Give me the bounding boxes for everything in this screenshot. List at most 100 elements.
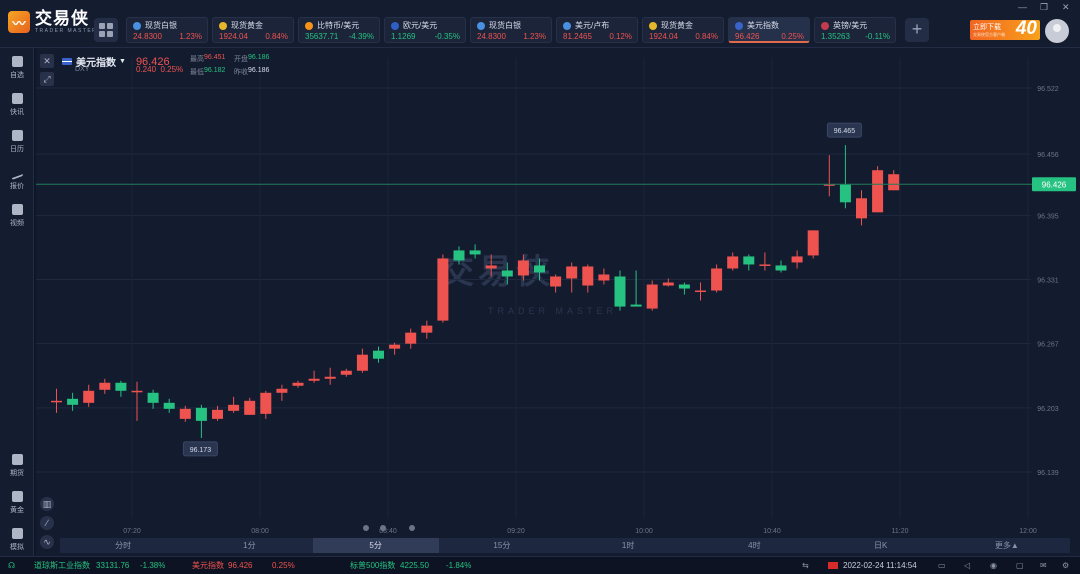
user-avatar[interactable]	[1045, 19, 1069, 43]
headset-icon[interactable]: ☊	[8, 557, 15, 574]
sidebar-item-quotes[interactable]: 报价	[0, 164, 34, 191]
indicator-icon[interactable]: ▥	[40, 497, 54, 511]
candle-body	[276, 388, 288, 393]
period-option[interactable]: 更多▲	[944, 538, 1070, 553]
gold-icon	[219, 21, 227, 30]
volume-icon[interactable]: ◁	[964, 557, 970, 574]
add-tab-button[interactable]: +	[905, 18, 929, 42]
minimize-button[interactable]: —	[1018, 2, 1027, 12]
chevron-down-icon: ▼	[119, 58, 126, 65]
sidebar-item-watchlist[interactable]: 自选	[0, 56, 34, 80]
maximize-button[interactable]: ❐	[1040, 2, 1048, 13]
bottom-status-bar: ☊ 道琼斯工业指数 33131.76 -1.38% 美元指数 96.426 0.…	[0, 556, 1080, 574]
candle-body	[775, 265, 787, 271]
price-tick-label: 96.456	[1037, 152, 1059, 159]
price-tick-label: 96.203	[1037, 406, 1059, 413]
candle-body	[517, 260, 529, 276]
symbol-price: 96.426	[135, 55, 170, 68]
tab-label: 比特币/美元	[317, 21, 360, 30]
tab-change: 0.12%	[609, 32, 632, 41]
candle-body	[759, 264, 771, 266]
close-button[interactable]: ✕	[1062, 2, 1070, 13]
quote-tabs: 现货白银 24.8300 1.23% 现货黄金 1924.04 0.84% 比特币/美元 35…	[126, 17, 896, 43]
candle-body	[646, 284, 658, 309]
bookmark-icon	[11, 56, 23, 67]
candle-body	[437, 258, 449, 321]
quote-tab[interactable]: 欧元/美元 1.1269 -0.35%	[384, 17, 466, 43]
ticker-sp500-change: -1.84%	[446, 561, 472, 570]
draw-tool-icon[interactable]: ∕	[40, 516, 54, 530]
candle-body	[711, 268, 723, 291]
tab-label: 美元/卢布	[575, 21, 610, 30]
gold-bar-icon	[11, 491, 23, 502]
candle-body	[373, 350, 384, 359]
ticker-dow-price: 33131.76	[96, 561, 130, 570]
quote-tab[interactable]: 美元/卢布 81.2465 0.12%	[556, 17, 638, 43]
tab-change: 0.84%	[695, 32, 718, 41]
tab-price: 24.8300	[477, 32, 506, 41]
candle-body	[179, 408, 191, 419]
period-option[interactable]: 日K	[818, 538, 944, 553]
candle-body	[212, 409, 223, 419]
app-window: 〰 交易侠 TRADER MASTER 现货白银 24.8300 1.23% 现货黄金…	[0, 0, 1080, 574]
line-chart-icon[interactable]: ∿	[40, 535, 54, 549]
chat-icon[interactable]: ▢	[1016, 557, 1024, 574]
bitcoin-icon	[305, 21, 313, 30]
candle-body	[244, 400, 256, 415]
max-price-label: 96.465	[834, 128, 856, 135]
candle-body	[421, 325, 433, 333]
low-value: 96.182	[204, 67, 226, 74]
tab-price: 35637.71	[305, 32, 339, 41]
candle-body	[566, 266, 578, 279]
tab-change: 0.25%	[781, 32, 804, 41]
download-promo-banner[interactable]: 立即下载 交易侠官方客户端 40	[970, 20, 1040, 40]
quote-tab[interactable]: 现货白银 24.8300 1.23%	[470, 17, 552, 43]
period-option[interactable]: 1时	[565, 538, 691, 553]
mail-icon[interactable]: ✉	[1040, 557, 1047, 574]
sidebar-item-gold[interactable]: 黄金	[0, 491, 34, 515]
candle-body	[389, 344, 401, 349]
candle-body	[888, 174, 900, 191]
period-option[interactable]: 15分	[439, 538, 565, 553]
time-tick-label: 07:20	[123, 528, 141, 535]
candle-body	[260, 392, 272, 414]
quote-tab[interactable]: 现货黄金 1924.04 0.84%	[212, 17, 294, 43]
period-option[interactable]: 分时	[60, 538, 186, 553]
tab-change: 0.84%	[265, 32, 288, 41]
sidebar-item-video[interactable]: 视频	[0, 204, 34, 228]
translate-icon[interactable]: ⇆	[802, 557, 809, 574]
period-option[interactable]: 4时	[691, 538, 817, 553]
price-tick-label: 96.395	[1037, 213, 1059, 220]
candle-body	[839, 184, 851, 203]
app-logo[interactable]: 〰 交易侠 TRADER MASTER	[8, 10, 97, 34]
monitor-icon[interactable]: ▭	[938, 557, 946, 574]
period-option[interactable]: 5分	[312, 538, 439, 553]
ticker-sp500-label[interactable]: 标普500指数	[350, 557, 395, 574]
candle-body	[662, 282, 674, 286]
tab-change: 1.23%	[523, 32, 546, 41]
candle-body	[405, 332, 417, 344]
quote-tab[interactable]: 比特币/美元 35637.71 -4.39%	[298, 17, 380, 43]
quote-tab[interactable]: 现货白银 24.8300 1.23%	[126, 17, 208, 43]
candle-body	[872, 170, 884, 213]
candle-body	[308, 378, 320, 381]
time-tick-label: 09:20	[507, 528, 525, 535]
settings-icon[interactable]: ⚙	[1062, 557, 1069, 574]
quote-tab[interactable]: 美元指数 96.426 0.25%	[728, 17, 810, 43]
camera-icon[interactable]: ◉	[990, 557, 997, 574]
ticker-dxy-label[interactable]: 美元指数	[192, 557, 224, 574]
sidebar-item-futures[interactable]: 期货	[0, 454, 34, 478]
app-grid-button[interactable]	[94, 18, 118, 42]
tab-price: 1924.04	[649, 32, 678, 41]
open-value: 96.186	[248, 54, 270, 61]
quote-tab[interactable]: 英镑/美元 1.35263 -0.11%	[814, 17, 896, 43]
candle-body	[83, 390, 95, 403]
sidebar-item-simulate[interactable]: 模拟	[0, 528, 34, 552]
ticker-dow-label[interactable]: 道琼斯工业指数	[34, 557, 90, 574]
period-option[interactable]: 1分	[186, 538, 312, 553]
candlestick-chart[interactable]: 96.522 96.456 96.395 96.331 96.267 96.203 96.1…	[36, 48, 1080, 538]
symbol-header[interactable]: 美元指数 ▼ 96.426	[62, 54, 170, 69]
sidebar-item-calendar[interactable]: 日历	[0, 130, 34, 154]
quote-tab[interactable]: 现货黄金 1924.04 0.84%	[642, 17, 724, 43]
sidebar-item-news[interactable]: 快讯	[0, 93, 34, 117]
